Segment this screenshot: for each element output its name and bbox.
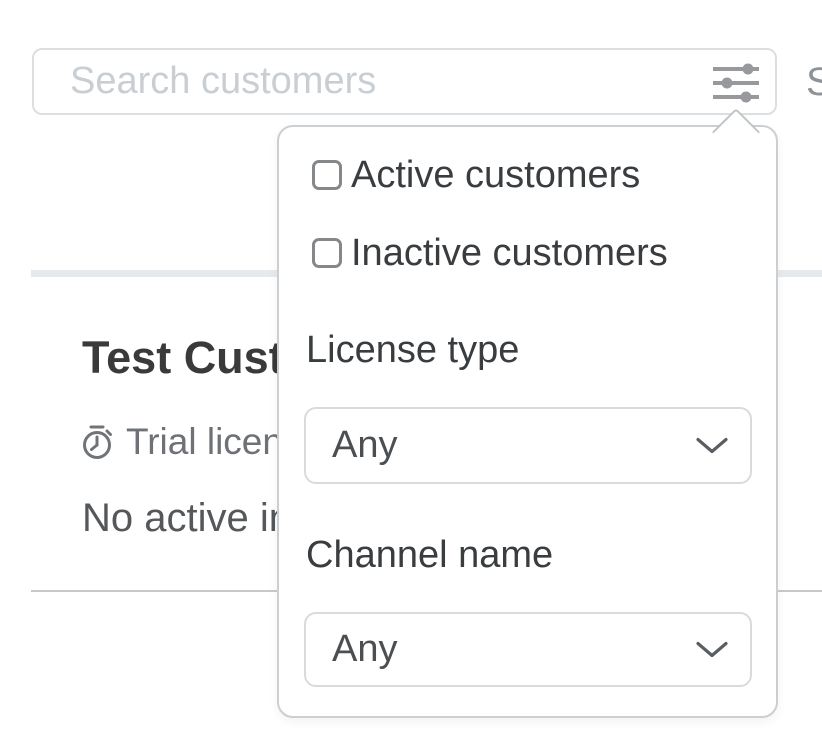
customer-name-heading: Test Cust bbox=[82, 333, 284, 383]
chevron-down-icon bbox=[696, 437, 728, 455]
sliders-icon bbox=[710, 57, 762, 105]
channel-name-select[interactable]: Any bbox=[304, 612, 752, 687]
popover-notch bbox=[712, 108, 760, 156]
timer-icon bbox=[80, 423, 114, 461]
customer-status-text: No active in bbox=[82, 494, 291, 542]
inactive-customers-label: Inactive customers bbox=[351, 231, 668, 275]
license-info-text: Trial licens bbox=[126, 420, 301, 464]
filter-button[interactable] bbox=[706, 56, 766, 106]
license-type-select[interactable]: Any bbox=[304, 407, 752, 484]
search-input[interactable] bbox=[32, 48, 777, 115]
filter-popover: Active customers Inactive customers Lice… bbox=[277, 125, 778, 718]
active-customers-checkbox[interactable] bbox=[312, 160, 342, 190]
inactive-customers-checkbox[interactable] bbox=[312, 238, 342, 268]
active-customers-checkbox-row[interactable]: Active customers bbox=[312, 153, 640, 197]
chevron-down-icon bbox=[696, 641, 728, 659]
license-type-select-value: Any bbox=[332, 424, 696, 467]
license-type-label: License type bbox=[306, 327, 519, 373]
channel-name-select-value: Any bbox=[332, 628, 696, 671]
channel-name-label: Channel name bbox=[306, 532, 553, 578]
inactive-customers-checkbox-row[interactable]: Inactive customers bbox=[312, 231, 668, 275]
truncated-right-text: S bbox=[806, 58, 822, 106]
license-info-row: Trial licens bbox=[80, 420, 301, 464]
active-customers-label: Active customers bbox=[351, 153, 640, 197]
